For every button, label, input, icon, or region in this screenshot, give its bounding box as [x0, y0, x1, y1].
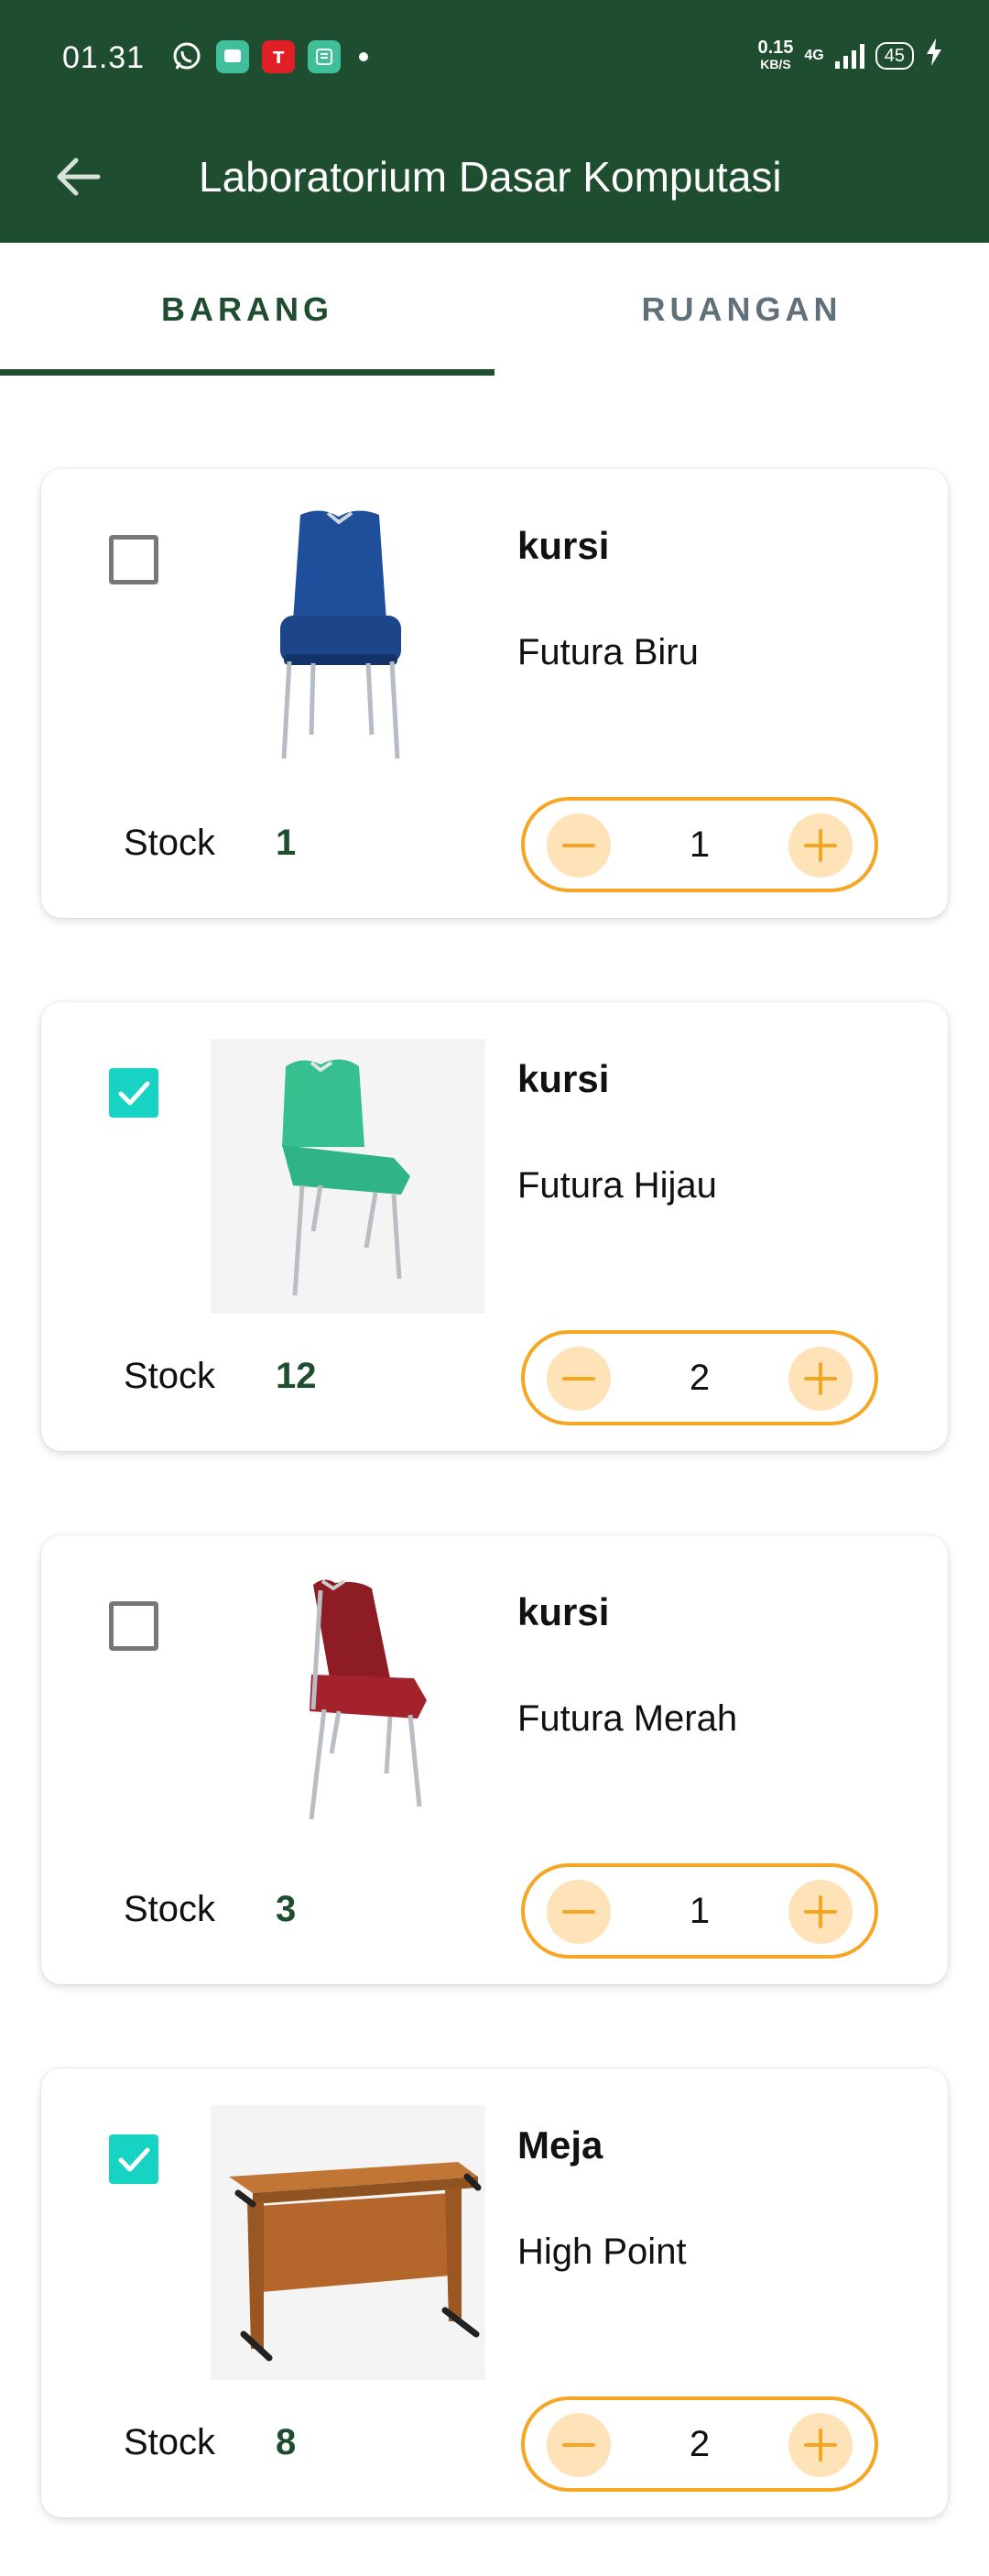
- status-bar: 01.31 T 0.15 KB/S 4G 45: [0, 0, 989, 119]
- list-item: Meja High Point Stock 8 2: [41, 2068, 948, 2517]
- quantity-value: 2: [689, 1358, 711, 1398]
- list-item: kursi Futura Merah Stock 3 1: [41, 1535, 948, 1984]
- arrow-left-icon: [57, 158, 101, 196]
- item-description: High Point: [517, 2232, 687, 2272]
- decrease-button[interactable]: [547, 813, 611, 878]
- network-speed: 0.15 KB/S: [757, 38, 794, 72]
- stock-value: 3: [276, 1889, 297, 1929]
- item-description: Futura Biru: [517, 632, 699, 672]
- item-checkbox[interactable]: [109, 1068, 158, 1118]
- signal-icon: [834, 43, 864, 69]
- quantity-stepper: 1: [521, 1863, 878, 1959]
- notification-icons: T: [170, 40, 368, 73]
- back-button[interactable]: [46, 145, 110, 209]
- item-name: kursi: [517, 1057, 610, 1100]
- quantity-stepper: 2: [521, 1330, 878, 1425]
- charging-icon: [925, 38, 943, 73]
- speed-value: 0.15: [757, 38, 794, 58]
- checkmark-icon: [118, 1081, 150, 1106]
- stock-value: 12: [276, 1356, 317, 1396]
- speed-unit: KB/S: [760, 57, 791, 71]
- item-description: Futura Merah: [517, 1698, 738, 1739]
- system-icons: 0.15 KB/S 4G 45: [757, 38, 943, 73]
- app-icon: [308, 40, 341, 73]
- item-checkbox[interactable]: [109, 1601, 158, 1651]
- item-name: kursi: [517, 524, 610, 567]
- list-item: kursi Futura Hijau Stock 12 2: [41, 1002, 948, 1451]
- telkomsel-icon: T: [262, 40, 295, 73]
- desk-image: [211, 2105, 485, 2380]
- stock-label: Stock: [124, 2422, 216, 2462]
- messages-icon: [216, 40, 249, 73]
- stock-value: 1: [276, 823, 297, 863]
- chair-image: [211, 1039, 485, 1314]
- stock-label: Stock: [124, 823, 216, 863]
- page-title: Laboratorium Dasar Komputasi: [199, 153, 782, 201]
- tab-indicator: [0, 369, 494, 376]
- tab-barang[interactable]: BARANG: [0, 243, 494, 376]
- quantity-stepper: 2: [521, 2396, 878, 2492]
- app-bar: Laboratorium Dasar Komputasi: [0, 119, 989, 243]
- chair-image: [211, 1572, 485, 1847]
- list-item: kursi Futura Biru Stock 1 1: [41, 469, 948, 918]
- quantity-value: 2: [689, 2424, 711, 2464]
- increase-button[interactable]: [788, 1347, 853, 1411]
- tab-ruangan[interactable]: RUANGAN: [494, 243, 989, 376]
- decrease-button[interactable]: [547, 1880, 611, 1944]
- quantity-value: 1: [689, 824, 711, 865]
- stock-value: 8: [276, 2422, 297, 2462]
- item-checkbox[interactable]: [109, 535, 158, 584]
- svg-text:T: T: [273, 49, 285, 68]
- stock-label: Stock: [124, 1889, 216, 1929]
- item-name: kursi: [517, 1590, 610, 1633]
- stock-label: Stock: [124, 1356, 216, 1396]
- more-notifications-dot: [359, 52, 368, 61]
- decrease-button[interactable]: [547, 2413, 611, 2477]
- status-time: 01.31: [62, 40, 146, 75]
- whatsapp-icon: [170, 40, 203, 73]
- quantity-value: 1: [689, 1891, 711, 1931]
- battery-level: 45: [884, 46, 905, 66]
- increase-button[interactable]: [788, 1880, 853, 1944]
- item-name: Meja: [517, 2123, 603, 2167]
- decrease-button[interactable]: [547, 1347, 611, 1411]
- increase-button[interactable]: [788, 2413, 853, 2477]
- tab-bar: BARANG RUANGAN: [0, 243, 989, 376]
- quantity-stepper: 1: [521, 797, 878, 892]
- increase-button[interactable]: [788, 813, 853, 878]
- chair-image: [211, 506, 485, 780]
- battery-icon: 45: [875, 42, 914, 70]
- item-description: Futura Hijau: [517, 1165, 717, 1206]
- checkmark-icon: [118, 2147, 150, 2172]
- item-checkbox[interactable]: [109, 2134, 158, 2184]
- network-type: 4G: [804, 48, 824, 63]
